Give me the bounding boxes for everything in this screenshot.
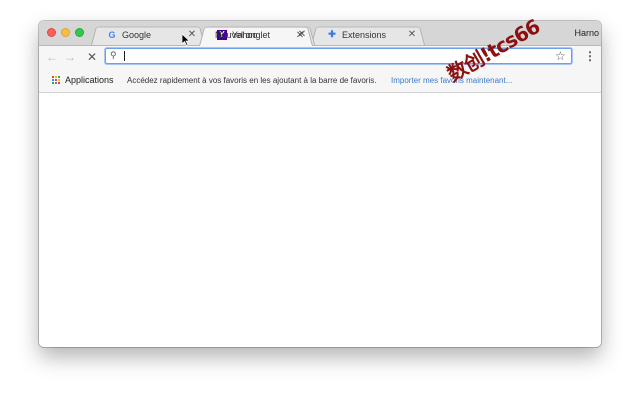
profile-button[interactable]: Harno (561, 24, 601, 44)
stop-loading-icon[interactable]: ✕ (85, 49, 99, 65)
page-content (39, 93, 601, 347)
minimize-window-button[interactable] (61, 28, 70, 37)
bookmarks-bar: Applications Accédez rapidement à vos fa… (39, 68, 601, 93)
back-arrow-icon[interactable]: ← (45, 49, 59, 65)
google-icon: G (108, 29, 116, 40)
maximize-window-button[interactable] (75, 28, 84, 37)
browser-window: G Google ✕ ✚ Extensions ✕ Y Yahoo ✕ Nouv… (39, 21, 601, 347)
tab-title: Google (122, 29, 152, 40)
tab-title: Nouvel onglet (215, 30, 271, 40)
close-tab-icon[interactable]: ✕ (295, 30, 305, 41)
apps-shortcut[interactable]: Applications (65, 75, 114, 85)
text-caret (124, 51, 125, 61)
close-tab-icon[interactable]: ✕ (407, 29, 417, 40)
tab-title: Extensions (342, 29, 387, 40)
tab-extensions[interactable]: ✚ Extensions ✕ (311, 24, 425, 45)
forward-arrow-icon[interactable]: → (63, 49, 77, 65)
apps-grid-icon[interactable] (52, 76, 61, 85)
puzzle-icon: ✚ (328, 29, 336, 39)
search-icon: ⚲ (110, 50, 117, 60)
bookmarks-hint: Accédez rapidement à vos favoris en les … (127, 76, 377, 85)
tab-new-tab[interactable]: Nouvel onglet ✕ (199, 24, 313, 46)
bookmark-star-icon[interactable]: ☆ (555, 49, 566, 63)
close-window-button[interactable] (47, 28, 56, 37)
menu-kebab-icon[interactable]: ⋮ (584, 49, 596, 63)
close-tab-icon[interactable]: ✕ (187, 29, 197, 40)
